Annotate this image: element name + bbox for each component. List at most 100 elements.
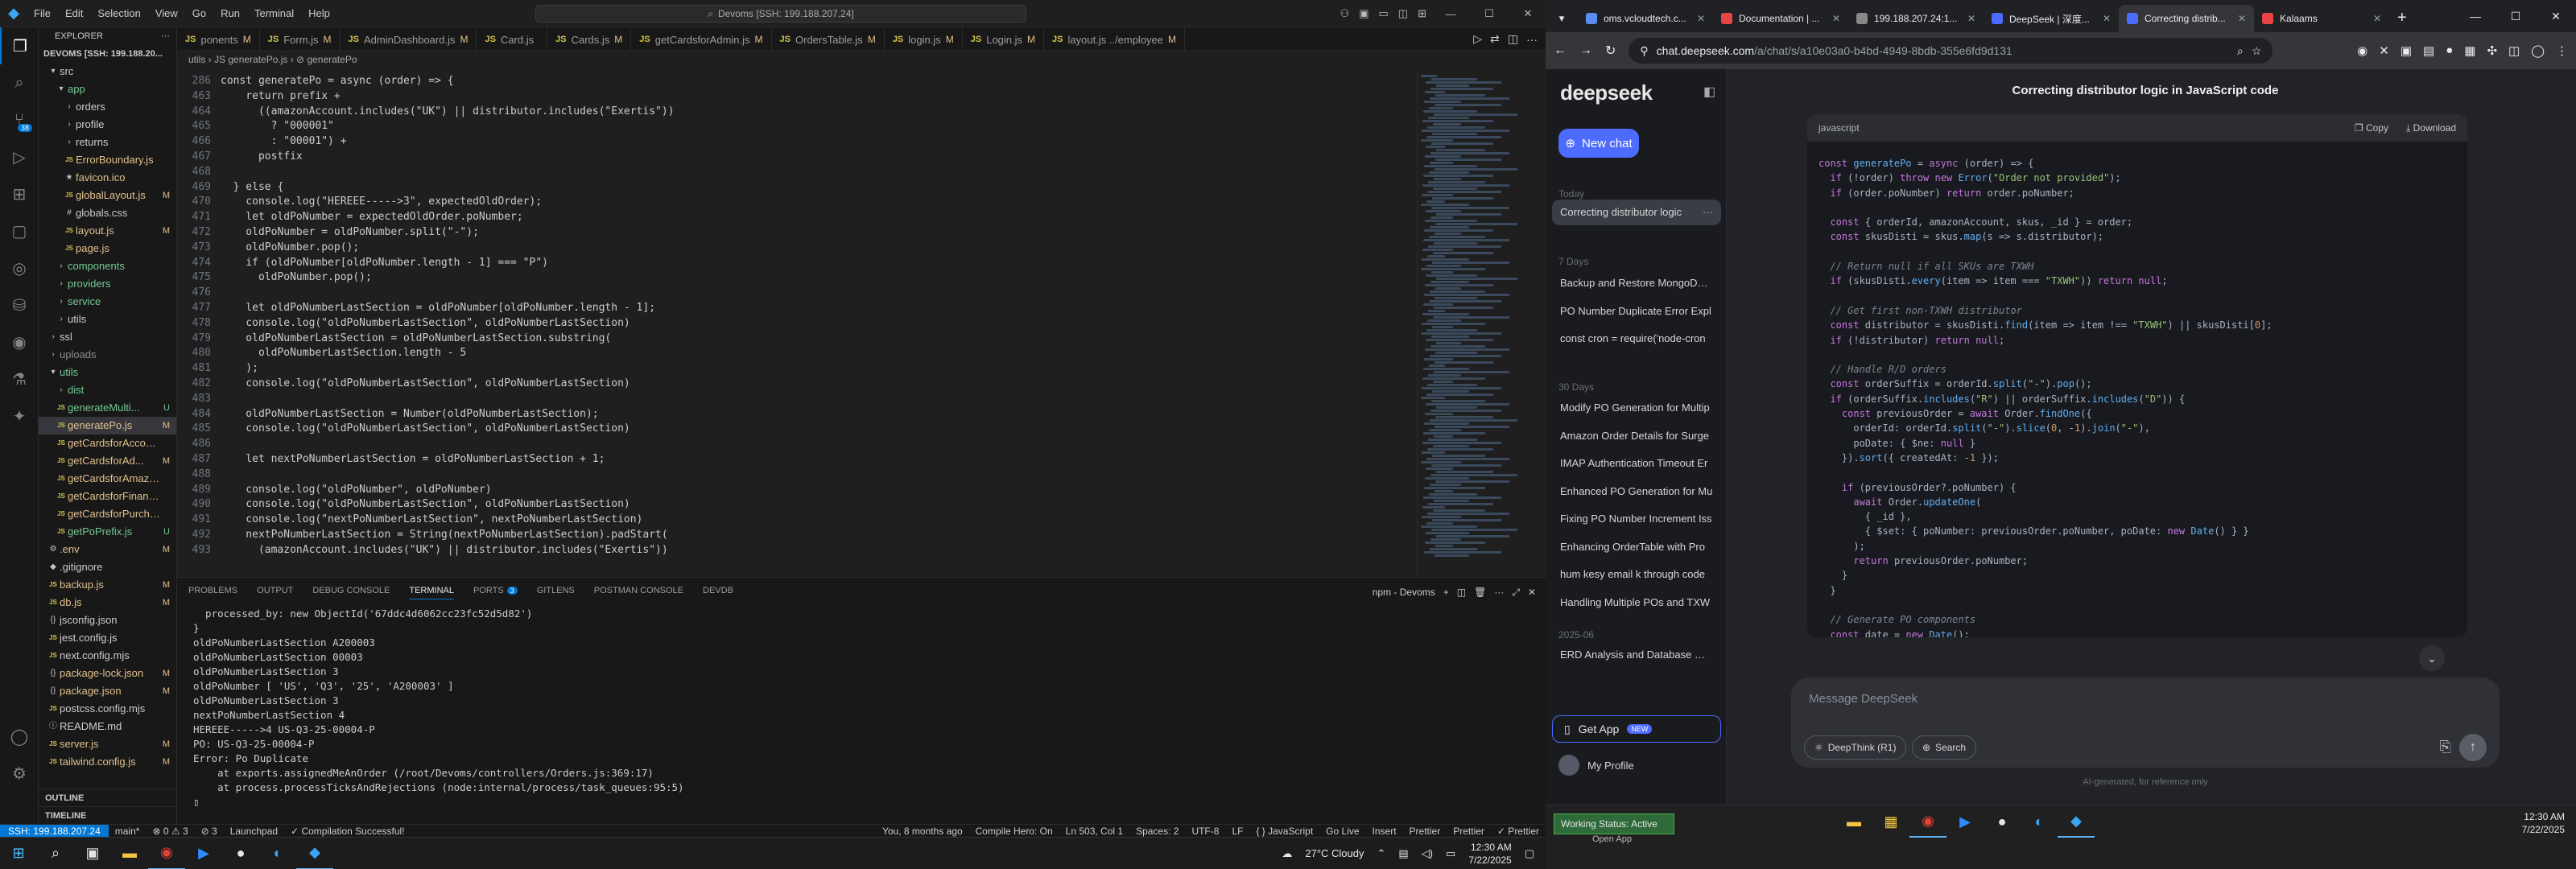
editor-tab[interactable]: JS Cards.js M <box>547 27 632 51</box>
scroll-to-bottom-button[interactable]: ⌄ <box>2419 645 2445 671</box>
panel-tab-devdb[interactable]: DEVDB <box>703 586 733 599</box>
app-taskbar-icon[interactable]: ● <box>222 838 259 869</box>
windows-start-icon[interactable]: ⊞ <box>0 838 37 869</box>
maximize-button[interactable]: ☐ <box>1475 7 1504 20</box>
tree-item[interactable]: › dist <box>39 381 176 399</box>
chrome-taskbar-icon[interactable]: ◉ <box>1909 805 1946 838</box>
close-tab-icon[interactable]: ✕ <box>1832 13 1840 24</box>
extension-icon-5[interactable]: ● <box>2446 43 2453 58</box>
source-control-icon[interactable]: ⑂ 38 <box>0 101 39 138</box>
account-icon[interactable]: ◯ <box>0 718 39 755</box>
reload-icon[interactable]: ↻ <box>1605 43 1616 59</box>
tree-item[interactable]: JS postcss.config.mjs <box>39 700 176 718</box>
browser-tab[interactable]: 199.188.207.24:1... ✕ <box>1848 5 1984 32</box>
chat-history-item[interactable]: Backup and Restore MongoDB L <box>1552 270 1721 296</box>
tree-item[interactable]: › ssl <box>39 328 176 346</box>
search-toggle[interactable]: ⊕ Search <box>1912 735 1977 760</box>
customize-layout-icon[interactable]: ⊞ <box>1418 7 1426 20</box>
outline-section[interactable]: OUTLINE <box>39 789 176 806</box>
store-icon[interactable]: ▦ <box>1872 805 1909 838</box>
sidebar-toggle-icon[interactable]: ◫ <box>1398 7 1408 20</box>
status-item[interactable]: Insert <box>1366 826 1403 837</box>
browser-tab[interactable]: Documentation | ... ✕ <box>1713 5 1848 32</box>
tree-item[interactable]: JS getPoPrefix.js U <box>39 523 176 541</box>
maximize-button[interactable]: ☐ <box>2496 10 2536 23</box>
new-tab-button[interactable]: + <box>2389 9 2415 32</box>
chat-history-item[interactable]: Correcting distributor logic ··· <box>1552 200 1721 225</box>
close-tab-icon[interactable]: ✕ <box>2238 13 2246 24</box>
status-item[interactable]: Prettier <box>1447 826 1491 837</box>
status-item[interactable]: main* <box>109 826 147 837</box>
weather-text[interactable]: 27°C Cloudy <box>1305 847 1364 859</box>
status-item[interactable]: { } JavaScript <box>1249 826 1319 837</box>
new-terminal-icon[interactable]: + <box>1443 587 1449 598</box>
status-item[interactable]: Go Live <box>1319 826 1365 837</box>
tree-item[interactable]: JS jest.config.js <box>39 629 176 647</box>
panel-toggle-icon[interactable]: ▭ <box>1379 7 1389 20</box>
close-tab-icon[interactable]: ✕ <box>2103 13 2111 24</box>
address-bar[interactable]: ⚲ chat.deepseek.com/a/chat/s/a10e03a0-b4… <box>1629 38 2273 64</box>
tree-item[interactable]: {} jsconfig.json <box>39 612 176 629</box>
tree-item[interactable]: ▾ utils <box>39 364 176 381</box>
chat-history-item[interactable]: Modify PO Generation for Multip <box>1552 395 1721 421</box>
edge-taskbar-icon[interactable]: ◐ <box>259 838 296 869</box>
panel-tab-ports[interactable]: PORTS 3 <box>473 586 518 599</box>
tree-item[interactable]: › components <box>39 257 176 275</box>
status-item[interactable]: Ln 503, Col 1 <box>1059 826 1129 837</box>
browser-tab[interactable]: oms.vcloudtech.c... ✕ <box>1578 5 1713 32</box>
close-button[interactable]: ✕ <box>1513 7 1542 20</box>
minimize-button[interactable]: — <box>1436 8 1465 20</box>
close-panel-icon[interactable]: ✕ <box>1528 587 1536 598</box>
chat-history-item[interactable]: Fixing PO Number Increment Iss <box>1552 506 1721 532</box>
forward-icon[interactable]: → <box>1579 43 1592 58</box>
tree-item[interactable]: JS globalLayout.js M <box>39 187 176 204</box>
zoom-icon[interactable]: ⌕ <box>2237 44 2244 58</box>
extension-icon-4[interactable]: ▤ <box>2423 43 2434 58</box>
tree-item[interactable]: › providers <box>39 275 176 293</box>
close-tab-icon[interactable]: ✕ <box>2373 13 2381 24</box>
new-chat-button[interactable]: ⊕ New chat <box>1558 129 1639 158</box>
menu-item-run[interactable]: Run <box>214 0 246 27</box>
tree-item[interactable]: › service <box>39 293 176 311</box>
secondary-clock[interactable]: 12:30 AM 7/22/2025 <box>2522 810 2565 836</box>
terminal-output[interactable]: processed_by: new ObjectId('67ddc4d6062c… <box>177 607 1546 809</box>
more-icon[interactable]: ··· <box>1526 33 1538 46</box>
search-icon[interactable]: ⌕ <box>37 838 74 869</box>
back-icon[interactable]: ← <box>1554 43 1567 58</box>
tree-item[interactable]: JS tailwind.config.js M <box>39 753 176 771</box>
tree-item[interactable]: › uploads <box>39 346 176 364</box>
editor-tab[interactable]: JS Card.js <box>477 27 548 51</box>
bookmark-star-icon[interactable]: ☆ <box>2252 44 2262 58</box>
zoom-taskbar-icon[interactable]: ▶ <box>1946 805 1984 838</box>
browser-tab[interactable]: Kalaams ✕ <box>2254 5 2389 32</box>
extension-icon-3[interactable]: ▣ <box>2401 43 2412 58</box>
editor-tab[interactable]: JS OrdersTable.js M <box>772 27 885 51</box>
status-item[interactable]: LF <box>1225 826 1249 837</box>
editor-tab[interactable]: JS AdminDashboard.js M <box>341 27 477 51</box>
tree-item[interactable]: {} package.json M <box>39 682 176 700</box>
panel-tab-postman-console[interactable]: POSTMAN CONSOLE <box>594 586 683 599</box>
menu-item-file[interactable]: File <box>27 0 57 27</box>
close-button[interactable]: ✕ <box>2536 10 2576 23</box>
status-item[interactable]: Prettier <box>1403 826 1447 837</box>
chat-history-item[interactable]: Enhancing OrderTable with Pro <box>1552 534 1721 560</box>
breadcrumb[interactable]: utils › JS generatePo.js › ⊘ generatePo <box>177 51 1546 68</box>
close-tab-icon[interactable]: ✕ <box>1967 13 1975 24</box>
file-explorer-icon[interactable]: ▬ <box>1835 805 1872 838</box>
tree-item[interactable]: › returns <box>39 134 176 151</box>
editor-tab[interactable]: JS Login.js M <box>963 27 1045 51</box>
status-item[interactable]: UTF-8 <box>1185 826 1225 837</box>
status-item[interactable]: ⊘ 3 <box>195 826 224 837</box>
app-taskbar-icon[interactable]: ● <box>1984 805 2021 838</box>
network-icon[interactable]: ▤ <box>1398 847 1408 860</box>
panel-tab-output[interactable]: OUTPUT <box>257 586 293 599</box>
manage-gear-icon[interactable]: ⚙ <box>0 755 39 792</box>
tree-item[interactable]: › profile <box>39 116 176 134</box>
menu-item-help[interactable]: Help <box>302 0 336 27</box>
postman-icon[interactable]: ◉ <box>0 323 39 360</box>
my-profile[interactable]: My Profile <box>1558 755 1634 776</box>
tree-item[interactable]: JS db.js M <box>39 594 176 612</box>
layout-toggle-icon[interactable]: ▣ <box>1359 7 1368 20</box>
browser-tab[interactable]: Correcting distrib... ✕ <box>2119 5 2254 32</box>
copilot-icon[interactable]: ⚇ <box>1340 7 1350 20</box>
